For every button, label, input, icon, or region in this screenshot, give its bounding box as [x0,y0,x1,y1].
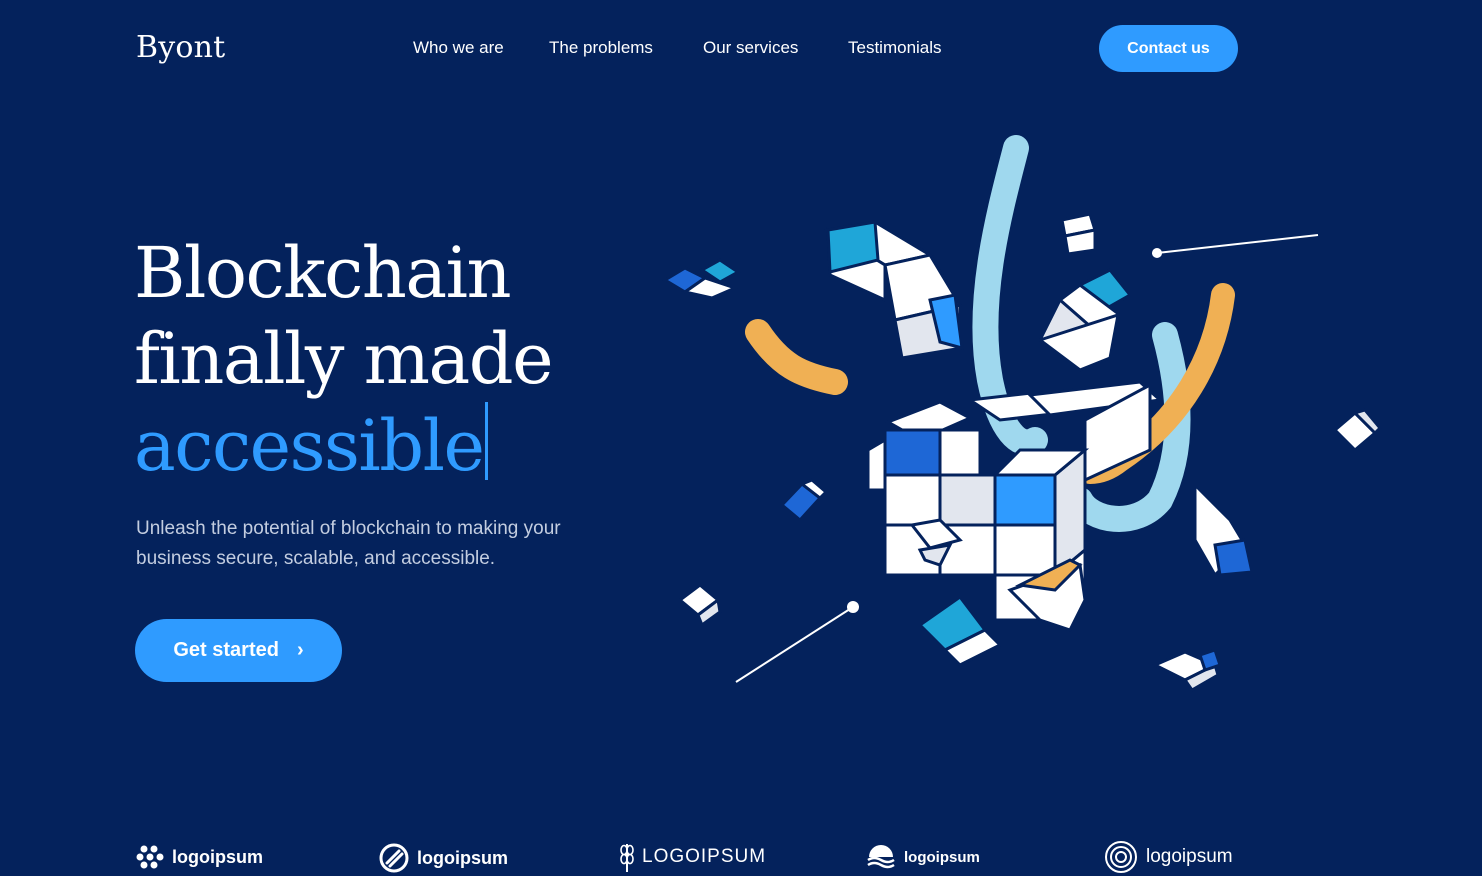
small-cube [1036,268,1133,373]
spiral-logo-icon [1105,841,1137,873]
partner-logo-1: logoipsum [136,844,263,870]
partner-logo-text: logoipsum [1146,846,1233,867]
small-cube [1151,648,1222,692]
partner-logos: logoipsum logoipsum LOGOIPSUM logoipsum [0,838,1482,876]
partner-logo-text: logoipsum [172,846,263,867]
blockchain-cubes-illustration [662,135,1383,692]
hero-subtitle: Unleash the potential of blockchain to m… [136,518,561,569]
nav-item-the-problems[interactable]: The problems [549,38,653,58]
connector-dot [847,601,859,613]
small-cube [1060,212,1097,256]
nav-item-who-we-are[interactable]: Who we are [413,38,504,58]
circle-stripe-logo-icon [379,843,409,873]
connector-dot [1152,248,1162,258]
small-cube [1193,481,1254,578]
partner-logo-2: logoipsum [379,843,508,873]
dots-logo-icon [136,845,164,869]
large-cube [823,220,964,360]
hero-title-line-2: finally made [134,318,554,400]
get-started-label: Get started [173,639,279,661]
get-started-button[interactable]: Get started › [135,619,342,682]
small-cube [779,478,829,523]
nav-item-testimonials[interactable]: Testimonials [848,38,942,58]
partner-logo-3: LOGOIPSUM [620,840,766,874]
contact-us-button[interactable]: Contact us [1099,25,1238,72]
chevron-right-icon: › [296,639,304,661]
hero-title-accent: accessible [134,405,485,487]
central-cube-cluster [866,380,1164,623]
partner-logo-text: logoipsum [904,848,980,866]
connector-line [735,606,854,683]
wheat-logo-icon [620,844,634,872]
partner-logo-text: logoipsum [417,847,508,868]
partner-logo-4: logoipsum [866,844,980,870]
small-cube [1332,408,1383,453]
hero-title: Blockchain finally made accessible [134,230,554,489]
main-nav: Who we are The problems Our services Tes… [0,38,1482,62]
partner-logo-text: LOGOIPSUM [642,846,767,867]
partner-logo-5: logoipsum [1104,840,1233,874]
hero-title-line-3: accessible [134,402,552,489]
orange-curve [745,319,848,395]
hero-title-line-1: Blockchain [134,232,512,314]
small-cube [662,258,741,300]
connector-line [1156,234,1319,254]
wave-logo-icon [867,845,895,869]
small-cube [677,583,722,628]
small-cube [917,594,1003,667]
nav-item-our-services[interactable]: Our services [703,38,798,58]
text-caret [485,402,489,480]
